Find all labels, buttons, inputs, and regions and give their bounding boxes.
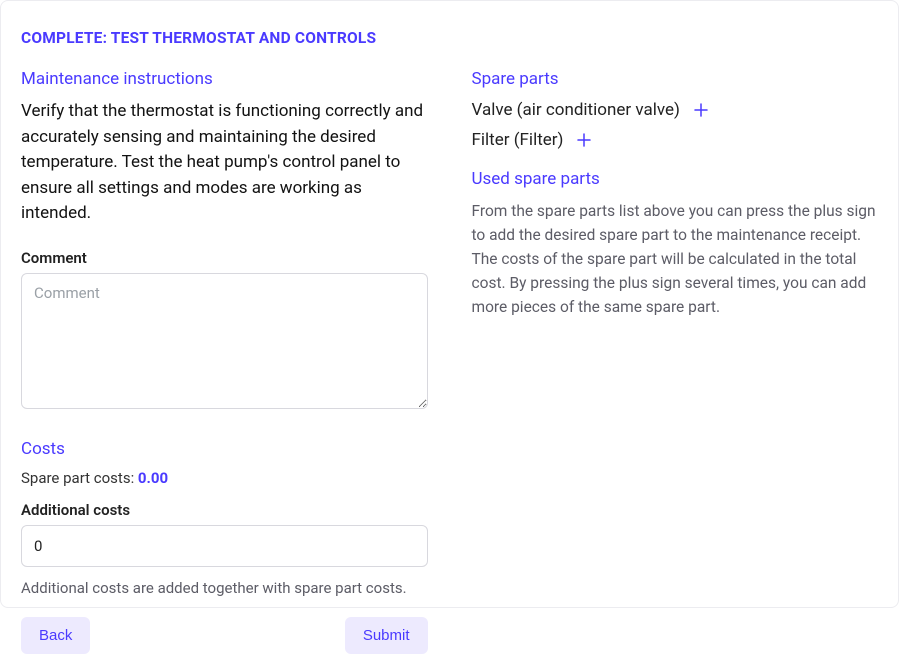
comment-label: Comment	[21, 249, 428, 267]
spare-part-costs-value: 0.00	[138, 469, 168, 487]
right-column: Spare parts Valve (air conditioner valve…	[472, 69, 879, 654]
additional-costs-help: Additional costs are added together with…	[21, 579, 428, 597]
columns: Maintenance instructions Verify that the…	[21, 69, 878, 654]
maintenance-complete-card: COMPLETE: TEST THERMOSTAT AND CONTROLS M…	[0, 0, 899, 608]
instructions-heading: Maintenance instructions	[21, 69, 428, 89]
spare-part-label: Filter (Filter)	[472, 130, 564, 150]
spare-part-item: Filter (Filter)	[472, 129, 879, 151]
left-column: Maintenance instructions Verify that the…	[21, 69, 428, 654]
plus-icon	[692, 101, 710, 119]
spare-part-costs-line: Spare part costs: 0.00	[21, 469, 428, 487]
add-spare-part-button[interactable]	[573, 129, 595, 151]
spare-parts-list: Valve (air conditioner valve) Filter (Fi…	[472, 99, 879, 151]
comment-input[interactable]	[21, 273, 428, 409]
add-spare-part-button[interactable]	[690, 99, 712, 121]
used-spare-parts-description: From the spare parts list above you can …	[472, 199, 879, 319]
instructions-body: Verify that the thermostat is functionin…	[21, 99, 428, 227]
spare-part-item: Valve (air conditioner valve)	[472, 99, 879, 121]
plus-icon	[575, 131, 593, 149]
spare-parts-heading: Spare parts	[472, 69, 879, 89]
costs-heading: Costs	[21, 439, 428, 459]
button-row: Back Submit	[21, 617, 428, 654]
page-title: COMPLETE: TEST THERMOSTAT AND CONTROLS	[21, 29, 878, 47]
back-button[interactable]: Back	[21, 617, 90, 654]
spare-part-costs-label: Spare part costs:	[21, 469, 138, 487]
used-spare-parts-heading: Used spare parts	[472, 169, 879, 189]
additional-costs-input[interactable]	[21, 525, 428, 567]
spare-part-label: Valve (air conditioner valve)	[472, 100, 680, 120]
submit-button[interactable]: Submit	[345, 617, 428, 654]
additional-costs-label: Additional costs	[21, 501, 428, 519]
